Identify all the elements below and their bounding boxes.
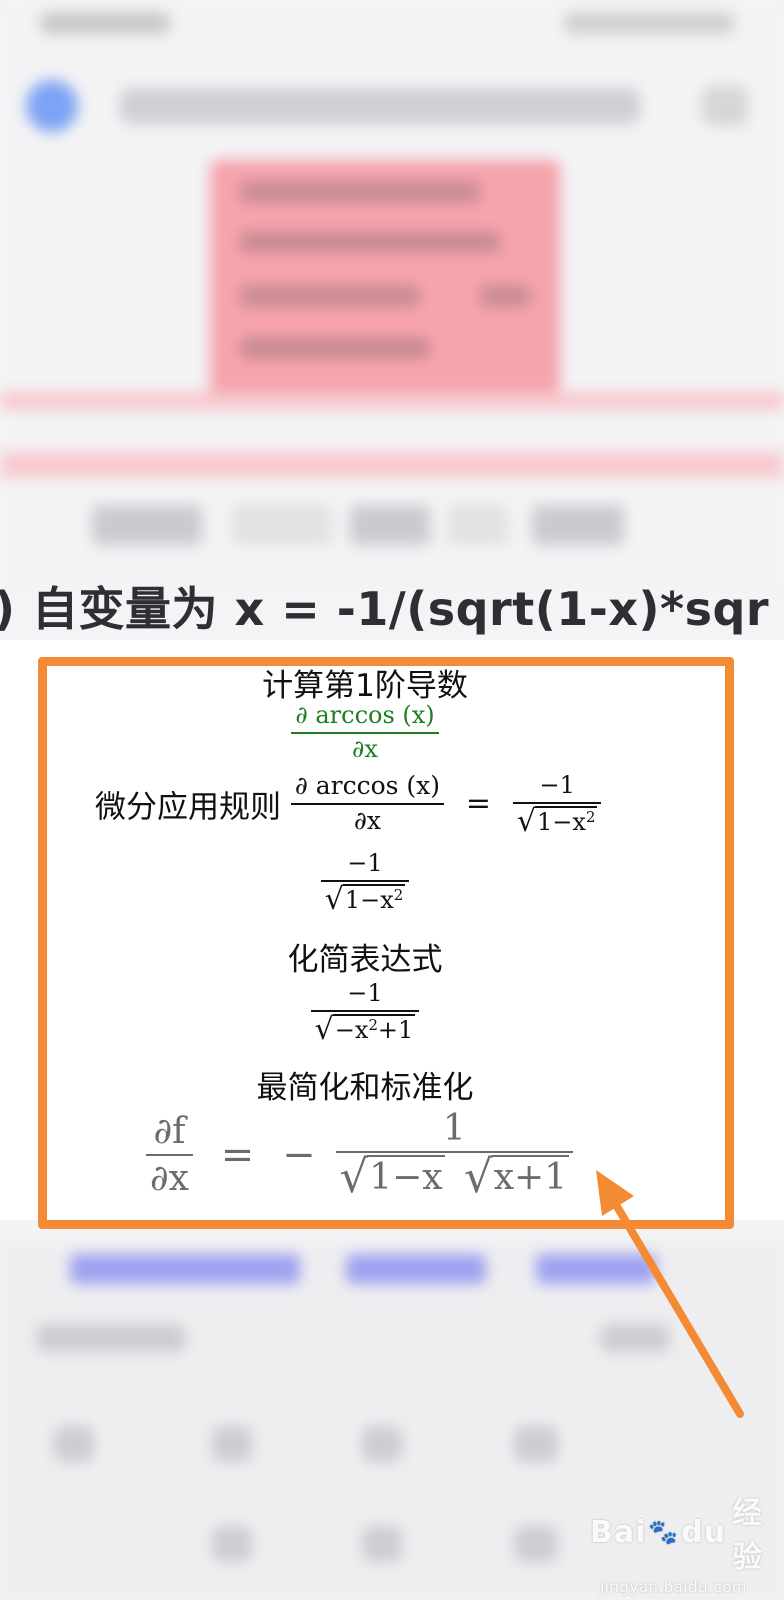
- tab-chip[interactable]: [92, 505, 202, 545]
- equation-text: ) 自变量为 x = -1/(sqrt(1-x)*sqr: [0, 582, 770, 636]
- status-bar-icons: [564, 12, 734, 34]
- keyboard-key[interactable]: [212, 1526, 252, 1562]
- paw-icon: 🐾: [648, 1518, 680, 1546]
- pointer-arrow-icon: [596, 1170, 744, 1418]
- ad-banner[interactable]: [210, 160, 560, 408]
- tab-chip[interactable]: [532, 505, 624, 545]
- app-logo-icon[interactable]: [26, 80, 78, 132]
- blurred-top-area: [0, 0, 784, 600]
- status-bar-time: [40, 12, 170, 34]
- divider-band: [0, 452, 784, 478]
- search-bar[interactable]: [120, 88, 640, 124]
- keyboard-key[interactable]: [362, 1526, 402, 1562]
- action-chip[interactable]: [70, 1254, 300, 1284]
- baidu-watermark: Bai 🐾 du 经验 jingyan.baidu.com: [590, 1496, 764, 1596]
- highlight-box: [38, 657, 734, 1229]
- tab-chip[interactable]: [350, 505, 430, 545]
- menu-icon[interactable]: [702, 86, 748, 126]
- equation-input-line: ) 自变量为 x = -1/(sqrt(1-x)*sqr: [0, 578, 784, 640]
- action-chip[interactable]: [346, 1254, 486, 1284]
- keyboard-key[interactable]: [514, 1426, 558, 1462]
- keyboard-key[interactable]: [54, 1426, 94, 1462]
- footer-text: [36, 1324, 186, 1352]
- tab-chip[interactable]: [448, 505, 508, 545]
- tab-chip[interactable]: [232, 505, 332, 545]
- keyboard-key[interactable]: [212, 1426, 252, 1462]
- keyboard-key[interactable]: [362, 1426, 402, 1462]
- divider-band: [0, 392, 784, 410]
- keyboard-key[interactable]: [514, 1526, 558, 1562]
